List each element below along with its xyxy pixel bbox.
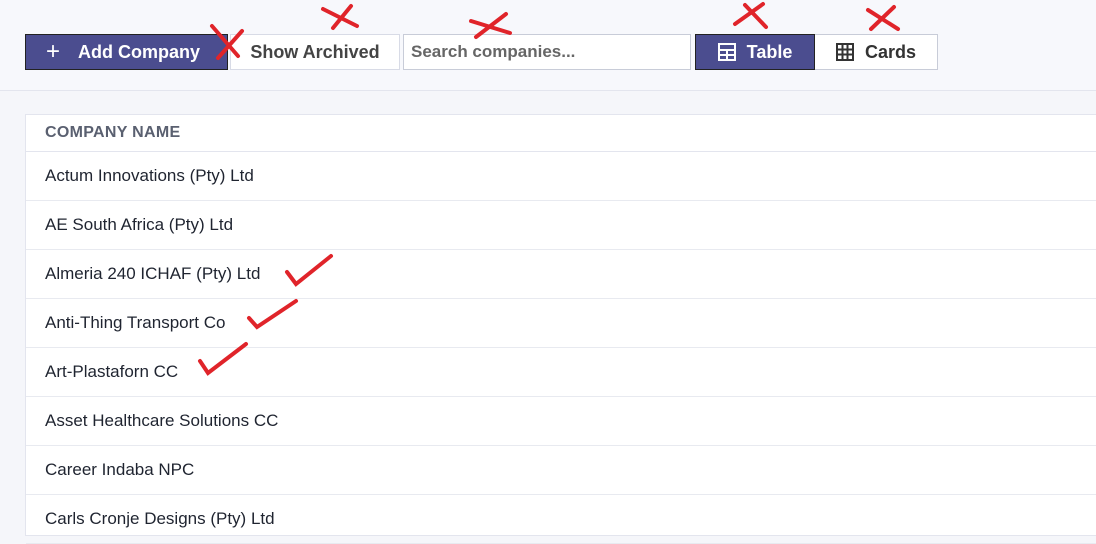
plus-icon: + — [46, 38, 61, 65]
table-view-label: Table — [746, 41, 793, 62]
table-icon — [717, 43, 736, 61]
add-company-label: Add Company — [78, 41, 201, 62]
add-company-button[interactable]: + Add Company — [25, 34, 228, 70]
toolbar: + Add Company Show Archived Table Cards — [0, 0, 1096, 91]
companies-table: COMPANY NAME Actum Innovations (Pty) Ltd… — [25, 114, 1096, 544]
table-row[interactable]: Actum Innovations (Pty) Ltd — [26, 152, 1096, 201]
cards-view-button[interactable]: Cards — [815, 34, 938, 70]
grid-icon — [835, 43, 854, 61]
table-row[interactable]: AE South Africa (Pty) Ltd — [26, 201, 1096, 250]
column-header-company-name[interactable]: COMPANY NAME — [26, 115, 1096, 152]
table-row[interactable]: Carls Cronje Designs (Pty) Ltd — [26, 495, 1096, 544]
table-view-button[interactable]: Table — [695, 34, 815, 70]
cards-view-label: Cards — [864, 41, 917, 62]
table-row[interactable]: Career Indaba NPC — [26, 446, 1096, 495]
search-input[interactable] — [403, 34, 691, 70]
table-row[interactable]: Art-Plastaforn CC — [26, 348, 1096, 397]
show-archived-label: Show Archived — [250, 41, 380, 62]
table-row[interactable]: Asset Healthcare Solutions CC — [26, 397, 1096, 446]
table-row[interactable]: Anti-Thing Transport Co — [26, 299, 1096, 348]
show-archived-button[interactable]: Show Archived — [230, 34, 400, 70]
table-row[interactable]: Almeria 240 ICHAF (Pty) Ltd — [26, 250, 1096, 299]
